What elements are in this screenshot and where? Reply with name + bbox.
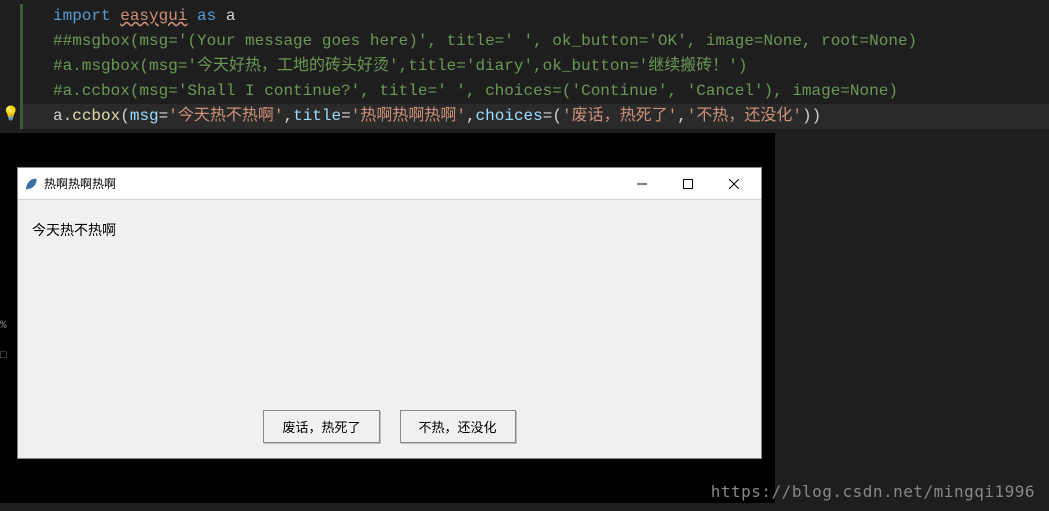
comment: #a.ccbox(msg='Shall I continue?', title=…	[53, 82, 898, 100]
code-line-1[interactable]: import easygui as a	[20, 4, 1049, 29]
keyword-import: import	[53, 7, 111, 25]
comment: ##msgbox(msg='(Your message goes here)',…	[53, 32, 917, 50]
code-editor: 💡 import easygui as a ##msgbox(msg='(You…	[0, 0, 1049, 133]
code-line-3[interactable]: #a.msgbox(msg='今天好热，工地的砖头好烫',title='diar…	[20, 54, 1049, 79]
comment: #a.msgbox(msg='今天好热，工地的砖头好烫',title='diar…	[53, 57, 747, 75]
dialog-message: 今天热不热啊	[18, 200, 761, 410]
alias: a	[226, 7, 236, 25]
feather-icon	[22, 176, 38, 192]
code-line-2[interactable]: ##msgbox(msg='(Your message goes here)',…	[20, 29, 1049, 54]
close-button[interactable]	[711, 169, 757, 199]
code-line-4[interactable]: #a.ccbox(msg='Shall I continue?', title=…	[20, 79, 1049, 104]
box-indicator: □	[0, 350, 14, 362]
code-line-5[interactable]: a.ccbox(msg='今天热不热啊',title='热啊热啊热啊',choi…	[20, 104, 1049, 129]
ccbox-dialog: 热啊热啊热啊 今天热不热啊 废话，热死了 不热，还没化	[17, 167, 762, 459]
lightbulb-icon[interactable]: 💡	[2, 106, 19, 123]
window-controls	[619, 169, 757, 199]
choice-button-2[interactable]: 不热，还没化	[400, 410, 516, 443]
maximize-button[interactable]	[665, 169, 711, 199]
dialog-button-row: 废话，热死了 不热，还没化	[18, 410, 761, 459]
keyword-as: as	[197, 7, 216, 25]
module-name: easygui	[120, 7, 187, 25]
gutter: 💡	[0, 0, 20, 133]
function-name: ccbox	[72, 107, 120, 125]
dialog-titlebar[interactable]: 热啊热啊热啊	[18, 168, 761, 200]
dialog-title: 热啊热啊热啊	[44, 175, 619, 192]
percent-indicator: %	[0, 320, 14, 332]
minimize-button[interactable]	[619, 169, 665, 199]
left-strip: % □	[0, 320, 14, 380]
watermark: https://blog.csdn.net/mingqi1996	[711, 482, 1035, 501]
choice-button-1[interactable]: 废话，热死了	[263, 410, 379, 443]
